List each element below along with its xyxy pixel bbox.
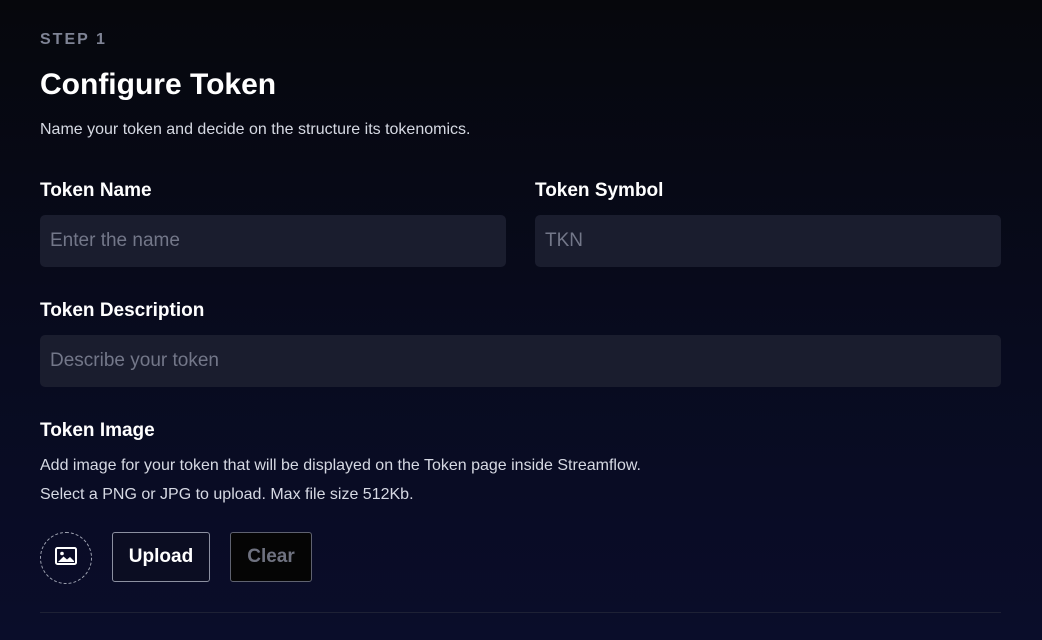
clear-button[interactable]: Clear <box>230 532 312 582</box>
token-description-input[interactable] <box>40 335 1001 387</box>
token-image-requirements-text: Select a PNG or JPG to upload. Max file … <box>40 486 414 503</box>
token-image-preview[interactable] <box>40 532 92 584</box>
upload-button[interactable]: Upload <box>112 532 210 582</box>
section-divider <box>40 612 1001 613</box>
token-name-input[interactable] <box>40 215 506 267</box>
token-symbol-input[interactable] <box>535 215 1001 267</box>
token-image-label: Token Image <box>40 420 155 441</box>
image-icon <box>55 546 77 570</box>
step-label: STEP 1 <box>40 31 107 48</box>
page-subtitle: Name your token and decide on the struct… <box>40 121 471 138</box>
token-name-label: Token Name <box>40 180 152 201</box>
token-description-label: Token Description <box>40 300 205 321</box>
token-symbol-label: Token Symbol <box>535 180 664 201</box>
token-image-help-text: Add image for your token that will be di… <box>40 457 641 474</box>
page-title: Configure Token <box>40 68 277 101</box>
